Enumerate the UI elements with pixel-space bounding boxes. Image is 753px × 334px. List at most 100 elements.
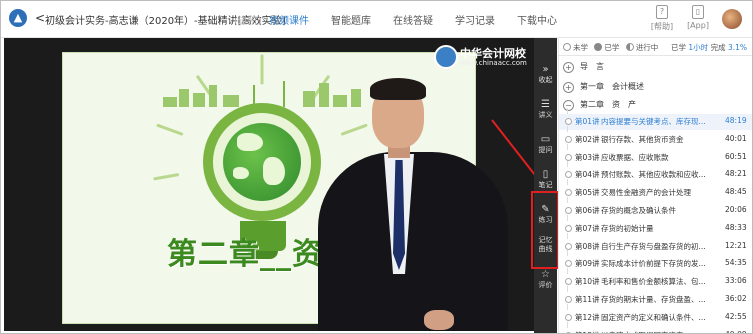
lesson-title: 预付账款、其他应收款和应收... [601, 170, 706, 180]
nav-online-qa[interactable]: 在线答疑 [393, 12, 433, 27]
nav-question-bank[interactable]: 智能题库 [331, 12, 371, 27]
lesson-number: 第09讲 [575, 259, 600, 269]
lesson-number: 第13讲 [575, 330, 600, 333]
in-progress-dot-icon [625, 43, 634, 51]
lesson-number: 第06讲 [575, 206, 600, 215]
status-dot-icon [565, 189, 572, 197]
lesson-duration: 60:51 [725, 151, 747, 161]
collapse-button[interactable]: » 收起 [534, 64, 557, 85]
site-logo-icon[interactable]: ▲ [9, 9, 27, 27]
lesson-duration: 33:06 [725, 276, 747, 286]
lesson-number: 第08讲 [575, 241, 600, 251]
nav-video-courseware[interactable]: 视频课件 [269, 12, 309, 27]
globe-graphic [223, 123, 301, 201]
notes-button[interactable]: ▯ 笔记 [534, 169, 557, 190]
expand-icon: + [563, 62, 574, 73]
phone-icon: ▯ [692, 5, 704, 19]
lesson-title: 内容提要与关键考点、库存现... [601, 117, 706, 126]
brand-logo-icon [434, 45, 458, 69]
timeline-line [567, 161, 568, 168]
section-chapter-2[interactable]: − 第二章 资 产 [563, 99, 636, 115]
lesson-item[interactable]: 第09讲 实际成本计价前提下存货的发... 54:35 [559, 250, 752, 272]
lesson-item[interactable]: 第02讲 银行存款、其他货币资金 40:01 [559, 125, 752, 148]
timeline-line [567, 125, 568, 132]
status-legend: 未学 已学 进行中 [563, 42, 658, 53]
legend-learned: 已学 [604, 43, 620, 52]
app-button[interactable]: ▯ [App] [685, 5, 711, 30]
lesson-number: 第03讲 [575, 152, 600, 162]
lesson-title: 自行生产存货与盘盈存货的初... [601, 241, 706, 251]
status-dot-icon [565, 313, 572, 321]
unlearned-dot-icon [563, 43, 571, 51]
nav-download-center[interactable]: 下载中心 [517, 12, 557, 27]
timeline-line [567, 321, 568, 328]
lesson-title: 交易性金融资产的会计处理 [601, 188, 691, 198]
question-button[interactable]: ▭ 提问 [534, 134, 557, 155]
side-toolbar: » 收起 ☰ 讲义 ▭ 提问 ▯ 笔记 ✎ 练习 记忆曲线 ☆ 评价 [534, 38, 557, 333]
timeline-line [567, 232, 568, 239]
lesson-duration: 20:06 [725, 205, 747, 214]
lesson-item[interactable]: 第08讲 自行生产存货与盘盈存货的初... 12:21 [559, 232, 752, 255]
section-label: 导 言 [580, 62, 604, 71]
lesson-number: 第07讲 [575, 223, 600, 233]
handout-label: 讲义 [538, 111, 553, 119]
lesson-item[interactable]: 第13讲以自建方式取得固定资产 40:09 [559, 321, 752, 333]
lesson-title: 毛利率和售价金额核算法、包... [601, 277, 706, 287]
rate-label: 评价 [538, 281, 553, 289]
help-icon: ? [656, 5, 668, 19]
timeline-line [567, 250, 568, 257]
lesson-number: 第01讲 [575, 117, 600, 126]
lesson-title: 应收票据、应收账款 [601, 152, 669, 162]
lesson-duration: 40:01 [725, 133, 747, 143]
lesson-number: 第05讲 [575, 188, 600, 198]
lesson-number: 第11讲 [575, 295, 600, 304]
collapse-icon: » [542, 64, 549, 75]
study-prefix: 已学 [671, 43, 686, 52]
avatar[interactable] [722, 9, 742, 29]
lesson-title: 实际成本计价前提下存货的发... [601, 259, 706, 269]
lesson-title: 固定资产的定义和确认条件、... [601, 312, 706, 322]
handout-button[interactable]: ☰ 讲义 [534, 99, 557, 120]
done-percent: 3.1% [727, 43, 748, 52]
status-dot-icon [565, 135, 572, 143]
collapse-label: 收起 [538, 76, 553, 84]
lesson-item[interactable]: 第07讲 存货的初始计量 48:33 [559, 214, 752, 237]
main-nav: 视频课件 智能题库 在线答疑 学习记录 下载中心 [269, 12, 579, 27]
lesson-title: 以自建方式取得固定资产 [601, 330, 711, 333]
lesson-item[interactable]: 第03讲 应收票据、应收账款 60:51 [559, 143, 752, 166]
list-icon: ☰ [541, 99, 550, 110]
video-player[interactable]: 第二章__资 中华会计网校 www.chinaacc.com [4, 38, 534, 331]
status-dot-icon [565, 171, 572, 179]
lesson-duration: 48:21 [725, 169, 747, 179]
slide-chapter-title: 第二章__资 [167, 237, 323, 272]
section-intro[interactable]: + 导 言 [563, 61, 604, 77]
lesson-item[interactable]: 第06讲 存货的概念及确认条件 20:06 [559, 197, 752, 219]
study-time: 1小时 [688, 43, 709, 52]
help-button[interactable]: ? [帮助] [647, 5, 677, 32]
legend-in-progress: 进行中 [635, 43, 659, 52]
timeline-line [567, 303, 568, 310]
back-icon[interactable]: < [35, 11, 45, 25]
timeline-line [567, 286, 568, 292]
lesson-title: 存货的概念及确认条件 [601, 206, 676, 215]
lesson-duration: 42:55 [725, 311, 747, 321]
status-dot-icon [565, 331, 572, 333]
lesson-item[interactable]: 第05讲 交易性金融资产的会计处理 48:45 [559, 179, 752, 201]
lesson-number: 第12讲 [575, 312, 600, 322]
lesson-item[interactable]: 第04讲 预付账款、其他应收款和应收... 48:21 [559, 161, 752, 183]
lesson-item[interactable]: 第12讲 固定资产的定义和确认条件、... 42:55 [559, 303, 752, 326]
rate-button[interactable]: ☆ 评价 [534, 269, 557, 290]
lesson-duration: 36:02 [725, 294, 747, 303]
status-dot-icon [565, 153, 572, 161]
timeline-line [567, 197, 568, 203]
top-bar: ▲ < 初级会计实务-高志谦（2020年）-基础精讲[高效实验] (进阶) 视频… [1, 1, 752, 38]
course-status[interactable]: (进阶) [234, 12, 262, 27]
section-chapter-1[interactable]: + 第一章 会计概述 [563, 81, 644, 97]
status-dot-icon [565, 242, 572, 250]
nav-study-record[interactable]: 学习记录 [455, 12, 495, 27]
help-label: [帮助] [650, 22, 674, 31]
lesson-item[interactable]: 第01讲 内容提要与关键考点、库存现... 48:19 [559, 108, 752, 130]
lesson-title: 存货的初始计量 [601, 223, 654, 233]
lesson-item[interactable]: 第11讲 存货的期末计量、存货盘盈、... 36:02 [559, 286, 752, 308]
lesson-item[interactable]: 第10讲 毛利率和售价金额核算法、包... 33:06 [559, 268, 752, 290]
